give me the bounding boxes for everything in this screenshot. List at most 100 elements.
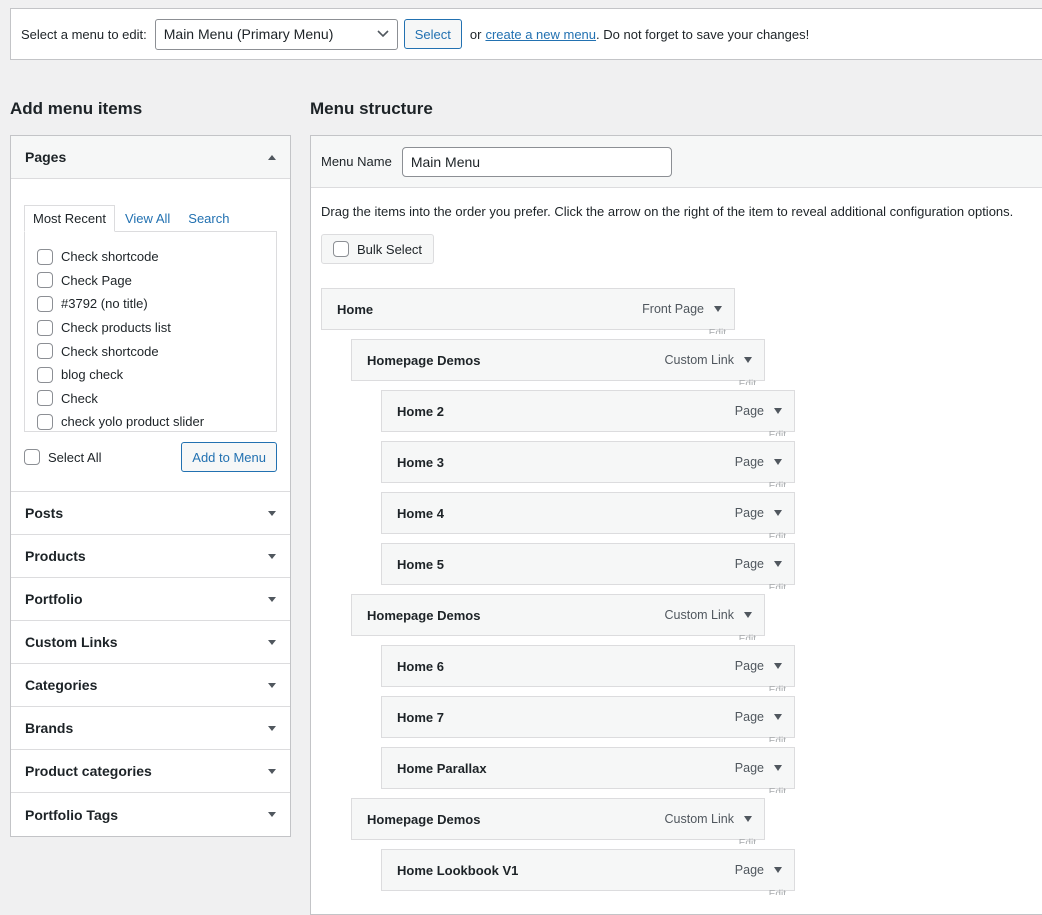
list-item[interactable]: #3792 (no title) — [37, 292, 276, 316]
pages-list[interactable]: Check shortcode Check Page #3792 (no tit… — [24, 231, 277, 432]
edit-link[interactable]: Edit — [769, 532, 786, 538]
menu-dropdown[interactable]: Main Menu (Primary Menu) — [154, 18, 398, 50]
products-section-header[interactable]: Products — [11, 535, 290, 578]
expand-arrow-icon[interactable] — [774, 867, 782, 873]
list-item-label: check yolo product slider — [61, 414, 205, 430]
edit-link[interactable]: Edit — [739, 838, 756, 844]
list-item[interactable]: blog check — [37, 363, 276, 387]
expand-arrow-icon — [268, 812, 276, 817]
custom-links-section-header[interactable]: Custom Links — [11, 621, 290, 664]
list-item-label: Check shortcode — [61, 249, 159, 265]
checkbox[interactable] — [37, 248, 53, 265]
menu-item[interactable]: Home 7 Page Edit — [381, 696, 795, 742]
add-to-menu-button[interactable]: Add to Menu — [181, 442, 277, 472]
bulk-select-button[interactable]: Bulk Select — [321, 234, 434, 264]
expand-arrow-icon — [268, 596, 276, 602]
list-item[interactable]: Check — [37, 387, 276, 411]
section-title: Product categories — [25, 763, 152, 779]
edit-link[interactable]: Edit — [739, 634, 756, 640]
menu-item[interactable]: Homepage Demos Custom Link Edit — [351, 339, 765, 385]
edit-link[interactable]: Edit — [769, 787, 786, 793]
expand-arrow-icon[interactable] — [774, 663, 782, 669]
checkbox[interactable] — [37, 366, 53, 383]
menu-item[interactable]: Home Lookbook V1 Page Edit — [381, 849, 795, 895]
expand-arrow-icon[interactable] — [774, 459, 782, 465]
checkbox[interactable] — [37, 343, 53, 360]
expand-arrow-icon — [268, 639, 276, 645]
expand-arrow-icon[interactable] — [744, 612, 752, 618]
edit-link[interactable]: Edit — [769, 583, 786, 589]
tab-search[interactable]: Search — [180, 205, 237, 231]
menu-item[interactable]: Home Parallax Page Edit — [381, 747, 795, 793]
menu-item[interactable]: Homepage Demos Custom Link Edit — [351, 594, 765, 640]
edit-link[interactable]: Edit — [709, 328, 726, 334]
expand-arrow-icon[interactable] — [744, 816, 752, 822]
list-item-label: Check shortcode — [61, 343, 159, 359]
expand-arrow-icon[interactable] — [774, 510, 782, 516]
expand-arrow-icon[interactable] — [774, 561, 782, 567]
select-all-label: Select All — [48, 449, 102, 465]
menu-item-type: Custom Link — [664, 608, 734, 622]
brands-section-header[interactable]: Brands — [11, 707, 290, 750]
bulk-select-checkbox[interactable] — [333, 241, 349, 257]
checkbox[interactable] — [37, 390, 53, 407]
tab-view-all[interactable]: View All — [117, 205, 178, 231]
menu-item-type: Custom Link — [664, 812, 734, 826]
portfolio-tags-section-header[interactable]: Portfolio Tags — [11, 793, 290, 836]
list-item[interactable]: Check shortcode — [37, 245, 276, 269]
menu-item[interactable]: Home Front Page Edit — [321, 288, 735, 334]
select-all[interactable]: Select All — [24, 449, 101, 465]
posts-section-header[interactable]: Posts — [11, 492, 290, 535]
section-title: Custom Links — [25, 634, 118, 650]
menu-item[interactable]: Home 3 Page Edit — [381, 441, 795, 487]
pages-section-header[interactable]: Pages — [11, 136, 290, 179]
menu-item-title: Home 7 — [397, 709, 444, 725]
list-item[interactable]: Check shortcode — [37, 339, 276, 363]
menu-name-label: Menu Name — [321, 154, 392, 169]
menu-item[interactable]: Homepage Demos Custom Link Edit — [351, 798, 765, 844]
edit-link[interactable]: Edit — [769, 481, 786, 487]
checkbox[interactable] — [37, 319, 53, 336]
edit-link[interactable]: Edit — [769, 736, 786, 742]
select-all-checkbox[interactable] — [24, 449, 40, 465]
list-item-label: #3792 (no title) — [61, 296, 148, 312]
menu-item[interactable]: Home 5 Page Edit — [381, 543, 795, 589]
pages-tabs: Most Recent View All Search — [24, 204, 277, 232]
menu-item[interactable]: Home 6 Page Edit — [381, 645, 795, 691]
expand-arrow-icon[interactable] — [714, 306, 722, 312]
product-categories-section-header[interactable]: Product categories — [11, 750, 290, 793]
checkbox[interactable] — [37, 295, 53, 312]
edit-link[interactable]: Edit — [739, 379, 756, 385]
portfolio-section-header[interactable]: Portfolio — [11, 578, 290, 621]
menu-item-title: Homepage Demos — [367, 607, 481, 623]
edit-link[interactable]: Edit — [769, 685, 786, 691]
menu-item-type: Page — [734, 761, 764, 775]
menu-item[interactable]: Home 2 Page Edit — [381, 390, 795, 436]
menu-item-title: Home 4 — [397, 505, 444, 521]
expand-arrow-icon[interactable] — [744, 357, 752, 363]
create-new-menu-link[interactable]: create a new menu — [485, 27, 596, 42]
menu-item-type: Page — [734, 404, 764, 418]
edit-link[interactable]: Edit — [769, 430, 786, 436]
menu-name-input[interactable]: Main Menu — [401, 146, 672, 177]
expand-arrow-icon[interactable] — [774, 765, 782, 771]
categories-section-header[interactable]: Categories — [11, 664, 290, 707]
section-title: Categories — [25, 677, 98, 693]
expand-arrow-icon[interactable] — [774, 408, 782, 414]
expand-arrow-icon — [268, 553, 276, 559]
menu-dropdown-value: Main Menu (Primary Menu) — [163, 26, 334, 42]
list-item[interactable]: Check Page — [37, 269, 276, 293]
checkbox[interactable] — [37, 272, 53, 289]
edit-link[interactable]: Edit — [769, 889, 786, 895]
list-item-label: Check — [61, 390, 98, 406]
list-item[interactable]: check yolo product slider — [37, 410, 276, 431]
checkbox[interactable] — [37, 413, 53, 430]
menu-structure-panel: Menu Name Main Menu Drag the items into … — [310, 135, 1042, 915]
menu-item[interactable]: Home 4 Page Edit — [381, 492, 795, 538]
menu-item-type: Page — [734, 455, 764, 469]
tab-most-recent[interactable]: Most Recent — [24, 205, 115, 232]
expand-arrow-icon — [268, 768, 276, 774]
list-item[interactable]: Check products list — [37, 316, 276, 340]
select-button[interactable]: Select — [403, 19, 462, 49]
expand-arrow-icon[interactable] — [774, 714, 782, 720]
